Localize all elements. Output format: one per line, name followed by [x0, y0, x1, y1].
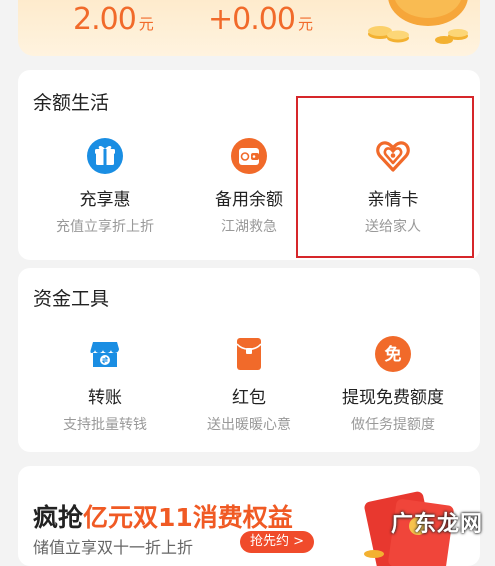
free-withdraw-icon: 免 [373, 334, 413, 374]
section-title-life: 余额生活 [33, 92, 110, 114]
balance-amount-value: 2.00 [73, 2, 137, 37]
free-glyph: 免 [385, 344, 402, 365]
free-withdraw-item[interactable]: 免 提现免费额度 做任务提额度 [318, 334, 468, 434]
item-label: 提现免费额度 [342, 388, 444, 408]
balance-card: 2.00 元 +0.00 元 [18, 0, 480, 56]
item-subtitle: 做任务提额度 [351, 417, 435, 433]
balance-amount: 2.00 元 [73, 2, 154, 37]
tools-section-card: 资金工具 转账 支持批量转钱 红包 送出暖暖心意 免 提现免费额度 做任务提额度 [18, 268, 480, 452]
highlight-frame [296, 96, 474, 258]
transfer-item[interactable]: 转账 支持批量转钱 [30, 334, 180, 434]
gift-box-icon [85, 136, 125, 176]
promo-subtitle: 储值立享双十一折上折 [33, 538, 194, 557]
watermark: 广东龙网 [390, 512, 483, 537]
item-subtitle: 支持批量转钱 [63, 417, 147, 433]
earnings-amount: +0.00 元 [208, 2, 313, 37]
red-packet-item[interactable]: 红包 送出暖暖心意 [174, 334, 324, 434]
item-subtitle: 充值立享折上折 [56, 219, 154, 235]
red-packet-icon [229, 334, 269, 374]
promo-title-prefix: 疯抢 [33, 503, 84, 532]
item-label: 转账 [88, 388, 122, 408]
promo-title-accent: 亿元双11消费权益 [83, 503, 293, 532]
item-label: 红包 [232, 388, 266, 408]
recharge-benefit-item[interactable]: 充享惠 充值立享折上折 [30, 136, 180, 236]
earnings-amount-value: +0.00 [208, 2, 296, 37]
reserve-button[interactable]: 抢先约 > [240, 531, 315, 553]
promo-title: 疯抢亿元双11消费权益 [33, 498, 293, 534]
piggy-bank-illustration [368, 0, 468, 44]
item-subtitle: 送出暖暖心意 [207, 417, 291, 433]
balance-amount-unit: 元 [138, 15, 154, 33]
wallet-icon [229, 136, 269, 176]
transfer-icon [85, 334, 125, 374]
earnings-amount-unit: 元 [297, 15, 313, 33]
section-title-tools: 资金工具 [33, 288, 110, 310]
item-label: 充享惠 [79, 190, 131, 210]
